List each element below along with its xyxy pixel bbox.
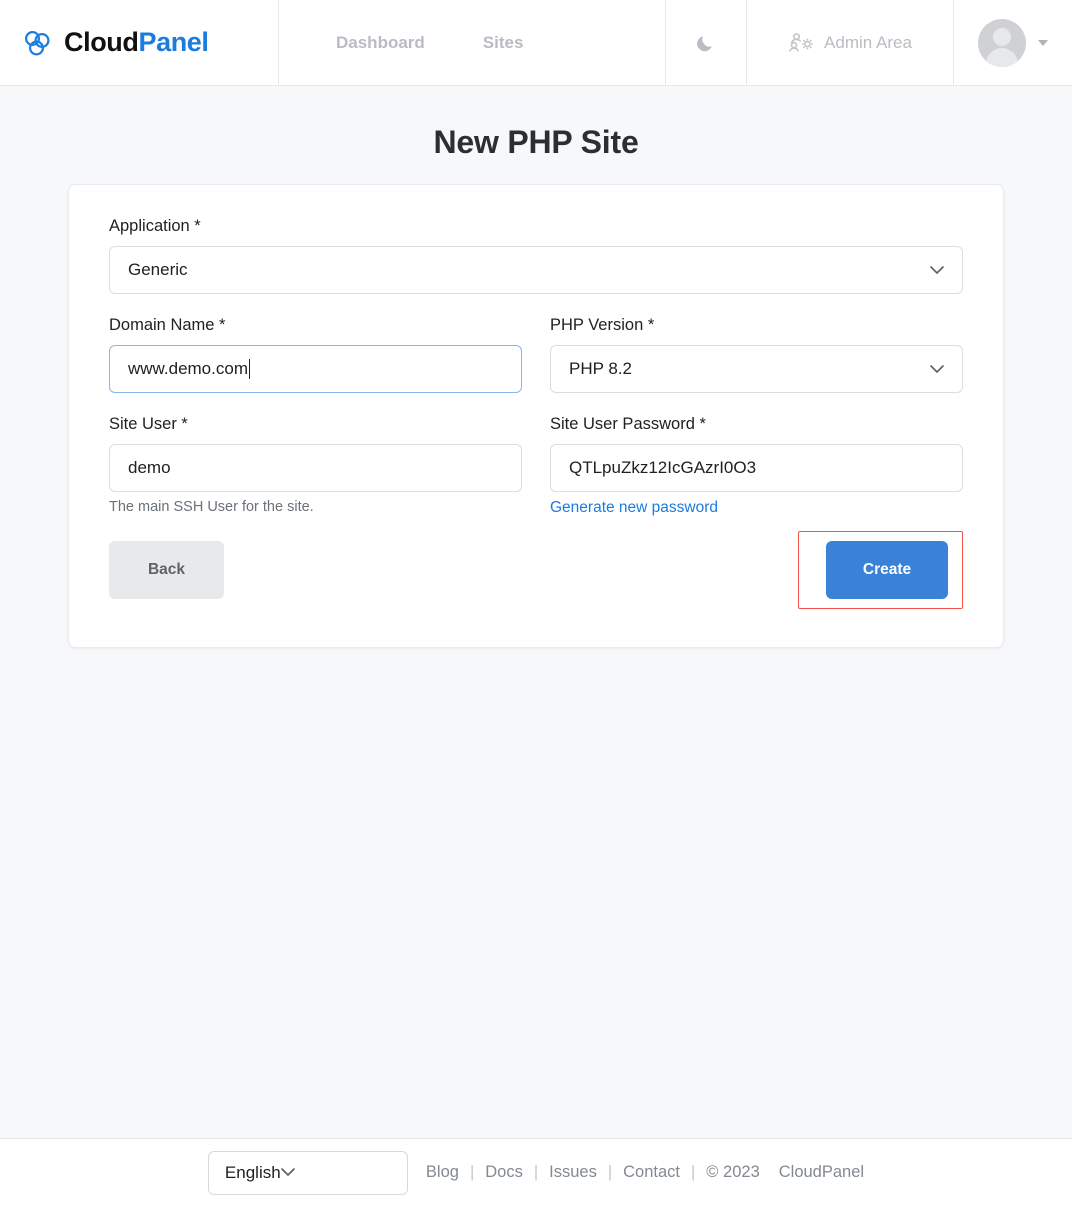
footer-copyright: © 2023 — [706, 1163, 759, 1182]
nav-link-dashboard[interactable]: Dashboard — [336, 33, 425, 53]
application-field-group: Application * Generic — [109, 217, 963, 294]
site-user-input-value: demo — [128, 458, 171, 478]
site-user-password-input-value: QTLpuZkz12IcGAzrI0O3 — [569, 458, 756, 478]
text-cursor — [249, 359, 250, 379]
footer: English Blog | Docs | Issues | Contact |… — [0, 1138, 1072, 1206]
nav-links: Dashboard Sites — [279, 0, 666, 85]
brand-text-panel: Panel — [138, 27, 208, 57]
avatar-body — [986, 48, 1018, 67]
domain-name-input[interactable]: www.demo.com — [109, 345, 522, 393]
back-button[interactable]: Back — [109, 541, 224, 599]
php-version-label: PHP Version * — [550, 316, 963, 335]
generate-new-password-link[interactable]: Generate new password — [550, 499, 718, 517]
chevron-down-icon — [930, 365, 944, 374]
site-user-password-label: Site User Password * — [550, 415, 963, 434]
avatar — [978, 19, 1026, 67]
cloud-logo-icon — [20, 26, 54, 60]
footer-link-contact[interactable]: Contact — [623, 1163, 680, 1182]
chevron-down-icon — [281, 1168, 295, 1177]
footer-company: CloudPanel — [779, 1163, 864, 1182]
language-select-value: English — [225, 1163, 281, 1183]
users-gear-icon — [788, 32, 814, 54]
brand-text: CloudPanel — [64, 29, 209, 56]
admin-area-link[interactable]: Admin Area — [747, 0, 954, 85]
user-password-row: Site User * demo The main SSH User for t… — [109, 415, 963, 517]
site-user-input[interactable]: demo — [109, 444, 522, 492]
application-select-value: Generic — [128, 260, 188, 280]
avatar-head — [993, 28, 1011, 46]
dark-mode-toggle[interactable] — [666, 0, 747, 85]
site-user-field-group: Site User * demo The main SSH User for t… — [109, 415, 522, 517]
top-navbar: CloudPanel Dashboard Sites Admin Area — [0, 0, 1072, 86]
page-title: New PHP Site — [0, 86, 1072, 161]
domain-name-input-value: www.demo.com — [128, 359, 248, 379]
footer-separator: | — [534, 1163, 538, 1182]
create-button[interactable]: Create — [826, 541, 948, 599]
create-button-highlight: Create — [798, 531, 963, 609]
moon-icon — [695, 32, 717, 54]
site-user-password-field-group: Site User Password * QTLpuZkz12IcGAzrI0O… — [550, 415, 963, 517]
site-user-help-text: The main SSH User for the site. — [109, 499, 522, 515]
footer-link-blog[interactable]: Blog — [426, 1163, 459, 1182]
footer-separator: | — [608, 1163, 612, 1182]
language-select[interactable]: English — [208, 1151, 408, 1195]
card-actions: Back Create — [109, 531, 963, 609]
domain-php-row: Domain Name * www.demo.com PHP Version *… — [109, 316, 963, 393]
chevron-down-icon — [1038, 40, 1048, 46]
php-version-field-group: PHP Version * PHP 8.2 — [550, 316, 963, 393]
php-version-select-value: PHP 8.2 — [569, 359, 632, 379]
footer-separator: | — [470, 1163, 474, 1182]
admin-area-label: Admin Area — [824, 33, 912, 53]
nav-link-sites[interactable]: Sites — [483, 33, 524, 53]
footer-separator: | — [691, 1163, 695, 1182]
footer-link-issues[interactable]: Issues — [549, 1163, 597, 1182]
new-php-site-card: Application * Generic Domain Name * www.… — [68, 184, 1004, 648]
domain-name-field-group: Domain Name * www.demo.com — [109, 316, 522, 393]
site-user-password-input[interactable]: QTLpuZkz12IcGAzrI0O3 — [550, 444, 963, 492]
site-user-label: Site User * — [109, 415, 522, 434]
footer-links: Blog | Docs | Issues | Contact | © 2023 … — [426, 1163, 864, 1182]
brand-text-cloud: Cloud — [64, 27, 138, 57]
user-menu[interactable] — [954, 0, 1072, 85]
application-select[interactable]: Generic — [109, 246, 963, 294]
php-version-select[interactable]: PHP 8.2 — [550, 345, 963, 393]
footer-link-docs[interactable]: Docs — [485, 1163, 523, 1182]
brand-logo-link[interactable]: CloudPanel — [0, 0, 279, 85]
domain-name-label: Domain Name * — [109, 316, 522, 335]
application-label: Application * — [109, 217, 963, 236]
chevron-down-icon — [930, 266, 944, 275]
